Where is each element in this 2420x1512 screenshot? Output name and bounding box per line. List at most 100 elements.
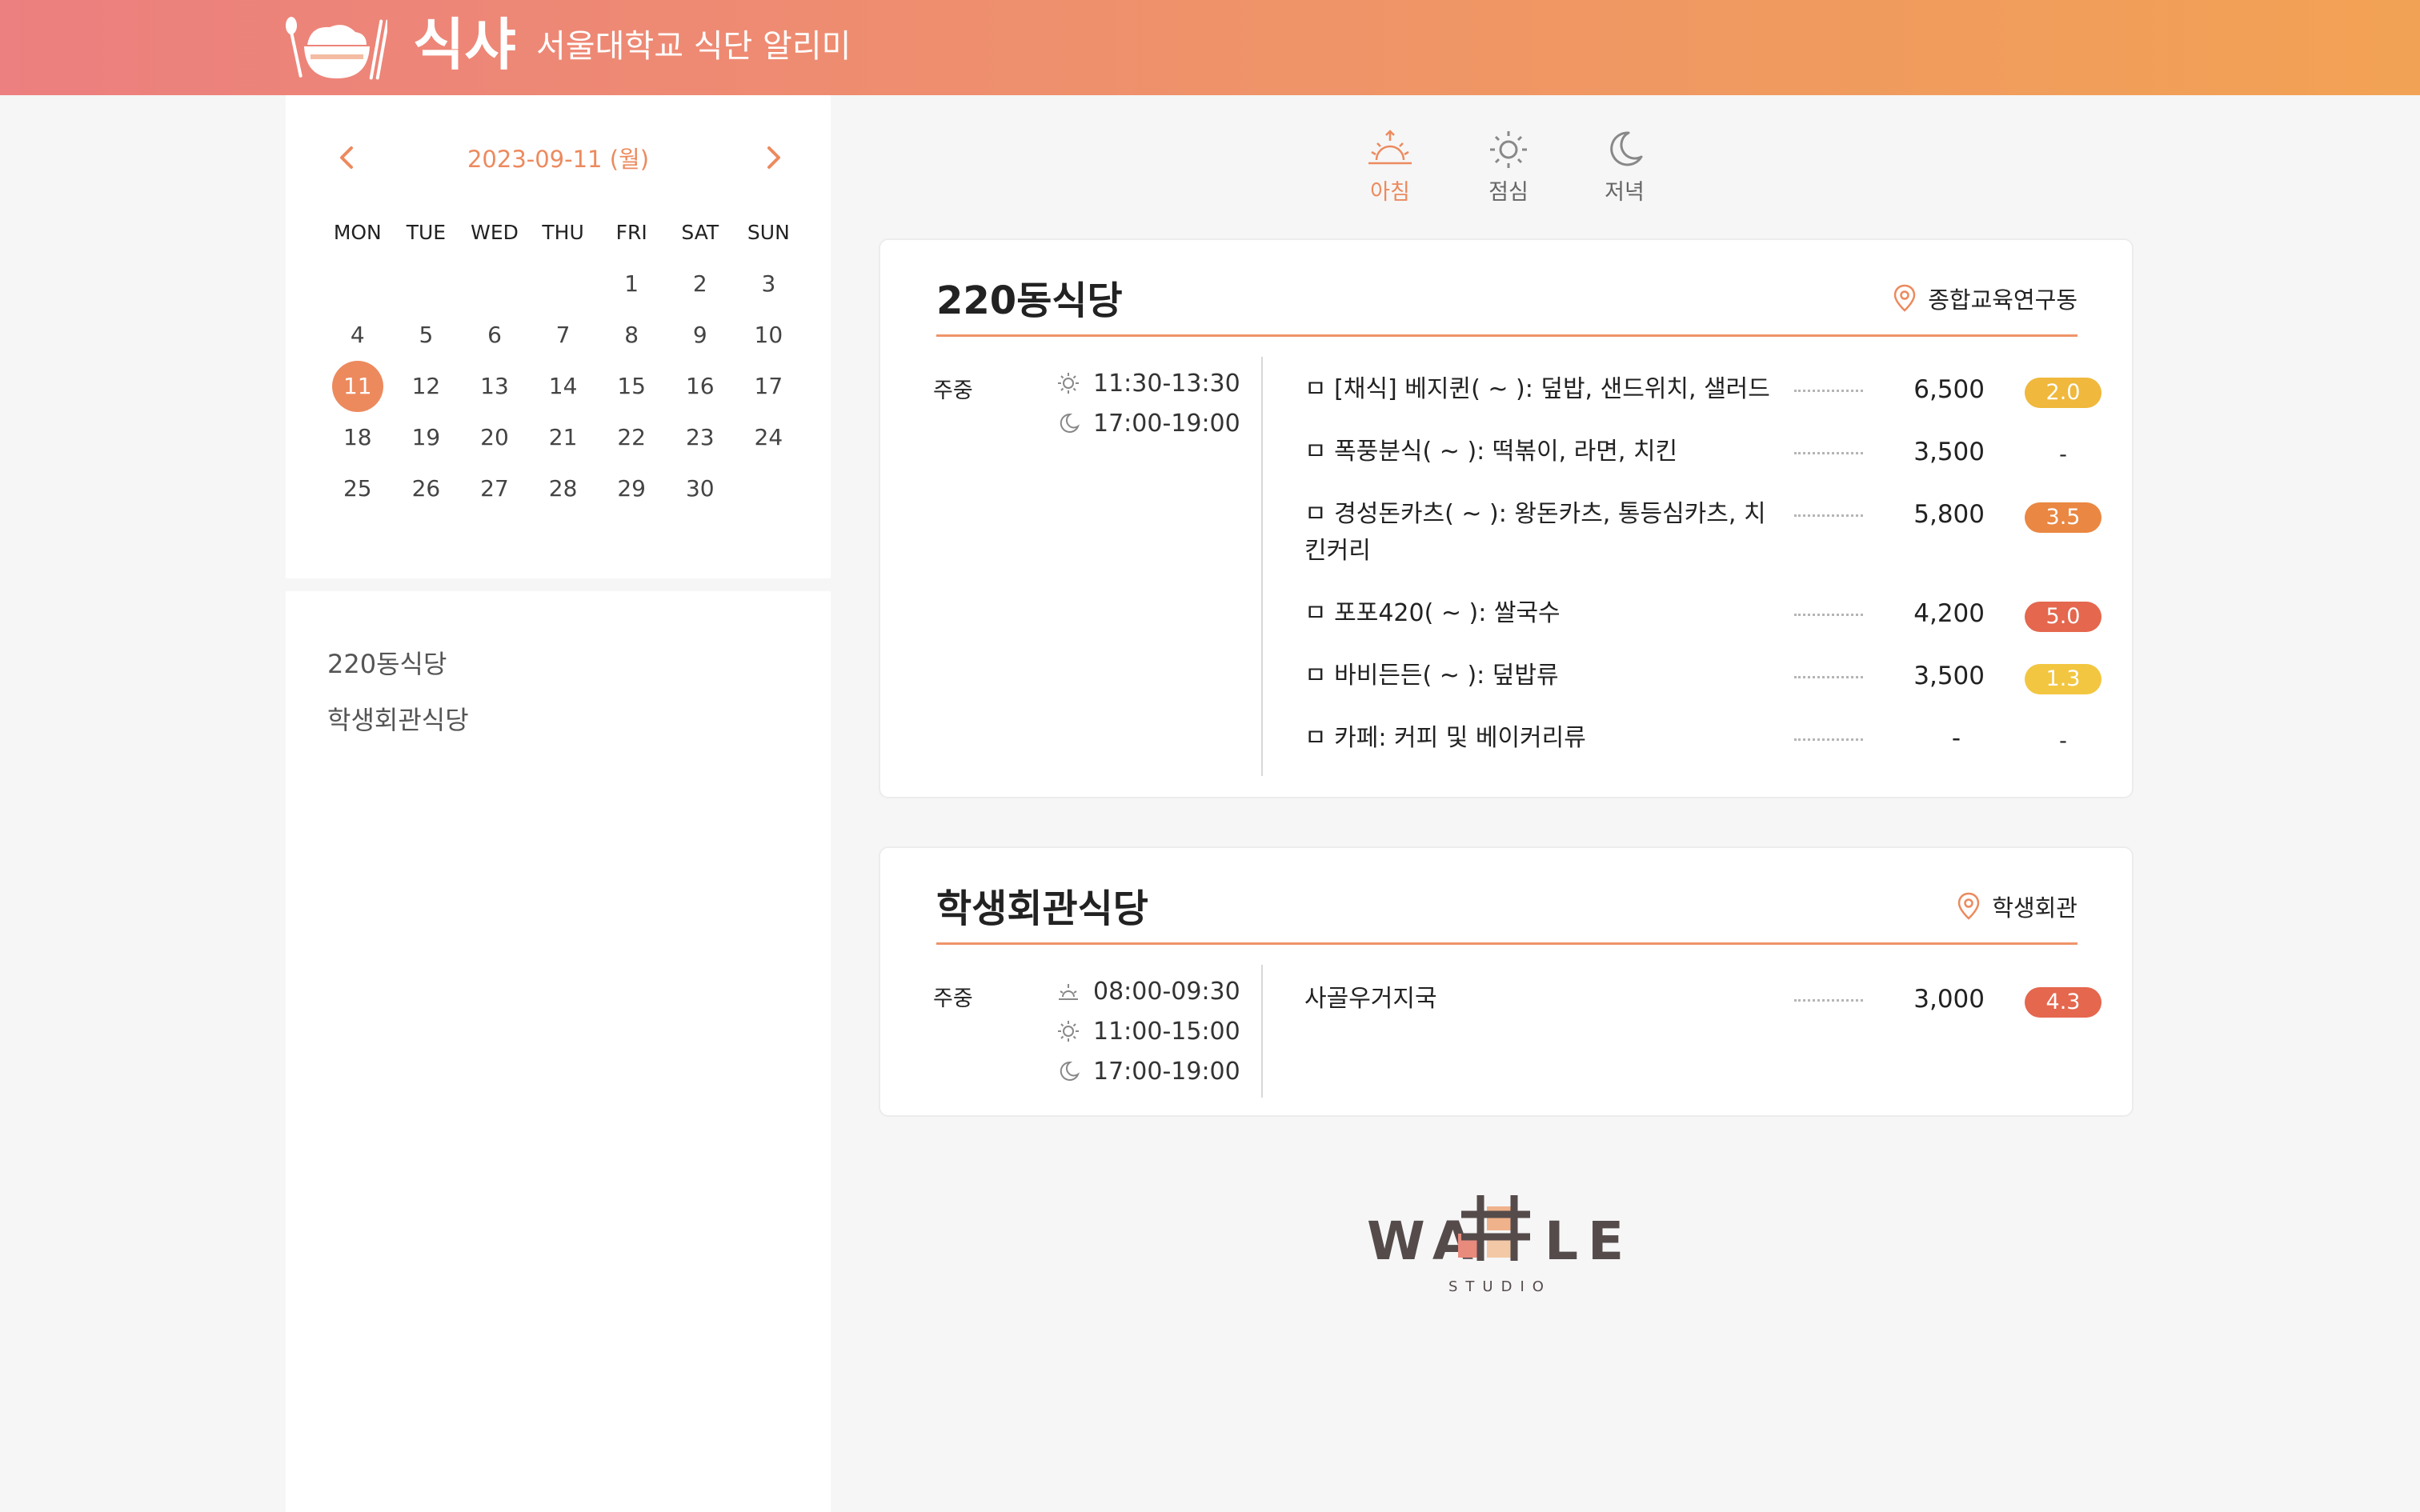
menu-price: 3,500 — [1913, 438, 1985, 466]
calendar-day[interactable]: 21 — [529, 412, 598, 463]
calendar-day[interactable]: 27 — [460, 463, 529, 514]
calendar-day-number: 11 — [343, 373, 372, 399]
column-separator — [1261, 965, 1263, 1098]
rating-badge: - — [2059, 442, 2067, 467]
card-divider — [936, 334, 2077, 337]
hours-time: 11:00-15:00 — [1093, 1017, 1240, 1046]
calendar-day[interactable]: 16 — [666, 361, 735, 412]
menu-name: 사골우거지국 — [1304, 985, 1437, 1013]
menu-item: ㅁ 폭풍분식( ~ ): 떡볶이, 라면, 치킨 3,500 - — [1304, 434, 2073, 482]
calendar-day[interactable]: 10 — [735, 310, 803, 361]
calendar-day — [392, 258, 461, 310]
calendar-day[interactable]: 9 — [666, 310, 735, 361]
rice-bowl-logo-icon — [286, 17, 387, 80]
menu-item: ㅁ [채식] 베지퀸( ~ ): 덮밥, 샌드위치, 샐러드 6,500 2.0 — [1304, 371, 2101, 419]
moon-icon — [1060, 1061, 1080, 1081]
calendar-day[interactable]: 13 — [460, 361, 529, 412]
calendar-day[interactable]: 29 — [597, 463, 666, 514]
hours-time: 17:00-19:00 — [1093, 1057, 1240, 1086]
calendar-day[interactable]: 8 — [597, 310, 666, 361]
menu-item: ㅁ 카페: 커피 및 베이커리류 - - — [1304, 720, 2073, 768]
calendar-day-selected[interactable]: 11 — [323, 361, 392, 412]
tab-breakfast[interactable]: 아침 — [1346, 128, 1434, 224]
restaurant-link-student-center[interactable]: 학생회관식당 — [327, 700, 469, 737]
tab-lunch-label: 점심 — [1488, 180, 1529, 205]
svg-text:LE: LE — [1545, 1210, 1633, 1272]
calendar-week: 4 5 6 7 8 9 10 — [323, 310, 803, 361]
dotted-leader — [1794, 504, 1863, 517]
menu-name: ㅁ [채식] 베지퀸( ~ ): 덮밥, 샌드위치, 샐러드 — [1304, 375, 1770, 403]
calendar-day[interactable]: 5 — [392, 310, 461, 361]
calendar-day — [323, 258, 392, 310]
rating-badge: 3.5 — [2025, 502, 2101, 533]
menu-price: 4,200 — [1913, 599, 1985, 628]
dotted-leader — [1794, 603, 1863, 616]
restaurant-location-label: 학생회관 — [1992, 894, 2077, 922]
calendar-day[interactable]: 2 — [666, 258, 735, 310]
calendar-day[interactable]: 25 — [323, 463, 392, 514]
weekday-label: WED — [471, 221, 519, 244]
calendar-day[interactable]: 18 — [323, 412, 392, 463]
dotted-leader — [1794, 442, 1863, 454]
calendar-day[interactable]: 4 — [323, 310, 392, 361]
app-header: 식샤 서울대학교 식단 알리미 — [0, 0, 2420, 95]
restaurant-card-220: 220동식당 종합교육연구동 주중 11:30-13:30 17:00-19:0… — [879, 238, 2134, 798]
moon-icon — [1060, 413, 1080, 433]
calendar-day[interactable]: 20 — [460, 412, 529, 463]
calendar-day[interactable]: 24 — [735, 412, 803, 463]
hours-row: 08:00-09:30 — [1056, 971, 1240, 1011]
tab-dinner-label: 저녁 — [1605, 180, 1645, 205]
restaurant-card-student-center: 학생회관식당 학생회관 주중 08:00-09:30 11:00-15:00 1… — [879, 846, 2134, 1117]
calendar-day[interactable]: 6 — [460, 310, 529, 361]
weekday-label: SUN — [747, 221, 790, 244]
card-divider — [936, 942, 2077, 945]
calendar-day — [735, 463, 803, 514]
restaurant-location: 종합교육연구동 — [1893, 282, 2077, 315]
calendar-day[interactable]: 23 — [666, 412, 735, 463]
restaurant-name: 학생회관식당 — [936, 886, 1148, 931]
tab-lunch[interactable]: 점심 — [1464, 128, 1553, 224]
sidebar: 2023-09-11 (월) MON TUE WED THU FRI SAT S… — [286, 95, 831, 1512]
calendar-day[interactable]: 19 — [392, 412, 461, 463]
rating-badge: 1.3 — [2025, 664, 2101, 694]
calendar-day[interactable]: 22 — [597, 412, 666, 463]
calendar-day[interactable]: 3 — [735, 258, 803, 310]
calendar-day[interactable]: 26 — [392, 463, 461, 514]
opening-hours: 11:30-13:30 17:00-19:00 — [1056, 363, 1240, 443]
calendar-day[interactable]: 7 — [529, 310, 598, 361]
menu-item: ㅁ 포포420( ~ ): 쌀국수 4,200 5.0 — [1304, 595, 2101, 643]
calendar-day[interactable]: 14 — [529, 361, 598, 412]
calendar-day[interactable]: 28 — [529, 463, 598, 514]
rating-badge: 5.0 — [2025, 602, 2101, 632]
restaurant-location: 학생회관 — [1957, 890, 2077, 923]
calendar-week: 18 19 20 21 22 23 24 — [323, 412, 803, 463]
menu-name: ㅁ 카페: 커피 및 베이커리류 — [1304, 724, 1586, 752]
sun-icon — [1058, 373, 1079, 394]
tab-dinner[interactable]: 저녁 — [1581, 128, 1669, 224]
calendar-day[interactable]: 30 — [666, 463, 735, 514]
menu-name: ㅁ 포포420( ~ ): 쌀국수 — [1304, 599, 1561, 627]
calendar-grid: MON TUE WED THU FRI SAT SUN 1 2 3 4 5 6 — [323, 207, 803, 514]
hours-row: 11:00-15:00 — [1056, 1011, 1240, 1051]
calendar-panel: 2023-09-11 (월) MON TUE WED THU FRI SAT S… — [286, 95, 831, 578]
period-label: 주중 — [933, 986, 973, 1011]
menu-name: ㅁ 바비든든( ~ ): 덮밥류 — [1304, 662, 1559, 690]
menu-price: 3,500 — [1913, 662, 1985, 690]
opening-hours: 08:00-09:30 11:00-15:00 17:00-19:00 — [1056, 971, 1240, 1091]
weekday-label: TUE — [406, 221, 447, 244]
dotted-leader — [1794, 379, 1863, 392]
calendar-day[interactable]: 1 — [597, 258, 666, 310]
calendar-day[interactable]: 17 — [735, 361, 803, 412]
menu-item: ㅁ 바비든든( ~ ): 덮밥류 3,500 1.3 — [1304, 658, 2101, 706]
menu-price: 6,500 — [1913, 375, 1985, 404]
sunrise-icon — [1059, 984, 1078, 1000]
hours-time: 11:30-13:30 — [1093, 369, 1240, 398]
restaurant-link-220[interactable]: 220동식당 — [327, 644, 447, 681]
calendar-day[interactable]: 12 — [392, 361, 461, 412]
rating-badge: - — [2059, 729, 2067, 754]
calendar-day[interactable]: 15 — [597, 361, 666, 412]
calendar-week: 25 26 27 28 29 30 — [323, 463, 803, 514]
calendar-day — [460, 258, 529, 310]
next-month-button[interactable] — [748, 134, 796, 182]
sun-icon — [1058, 1021, 1079, 1042]
